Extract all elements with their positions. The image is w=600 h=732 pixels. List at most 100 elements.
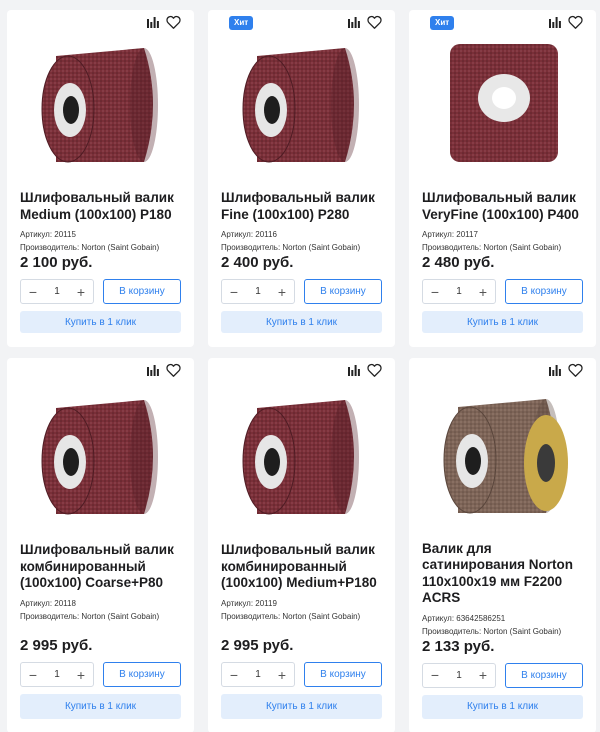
qty-value[interactable]: 1 [456, 286, 462, 297]
qty-minus-button[interactable]: − [429, 668, 441, 682]
quantity-stepper[interactable]: − 1 + [221, 662, 295, 687]
product-title[interactable]: Шлифовальный валик комбинированный (100x… [20, 542, 181, 592]
favorite-heart-icon[interactable] [568, 15, 583, 29]
card-icons [348, 15, 382, 29]
compare-icon[interactable] [147, 16, 159, 28]
qty-value[interactable]: 1 [255, 669, 261, 680]
qty-plus-button[interactable]: + [75, 668, 87, 682]
qty-plus-button[interactable]: + [477, 668, 489, 682]
product-image[interactable] [20, 386, 181, 526]
product-meta: Артикул: 20115 Производитель: Norton (Sa… [20, 228, 181, 254]
product-image[interactable] [221, 34, 382, 174]
product-price: 2 480 руб. [422, 254, 495, 272]
card-icons [147, 15, 181, 29]
product-meta: Артикул: 20116 Производитель: Norton (Sa… [221, 228, 382, 254]
qty-plus-button[interactable]: + [276, 668, 288, 682]
card-header [20, 358, 181, 386]
add-to-cart-button[interactable]: В корзину [103, 662, 181, 687]
product-card[interactable]: Валик для сатинирования Norton 110x100x1… [409, 358, 596, 732]
favorite-heart-icon[interactable] [367, 15, 382, 29]
quantity-stepper[interactable]: − 1 + [20, 662, 94, 687]
product-title[interactable]: Шлифовальный валик комбинированный (100x… [221, 542, 382, 592]
card-actions: − 1 + В корзину [20, 279, 181, 305]
product-image[interactable] [221, 386, 382, 526]
add-to-cart-button[interactable]: В корзину [304, 279, 382, 305]
buy-one-click-button[interactable]: Купить в 1 клик [221, 694, 382, 719]
product-meta: Артикул: 20118 Производитель: Norton (Sa… [20, 597, 181, 623]
add-to-cart-button[interactable]: В корзину [505, 279, 583, 305]
product-card[interactable]: Шлифовальный валик Medium (100x100) P180… [7, 10, 194, 347]
product-price: 2 995 руб. [221, 637, 294, 654]
qty-minus-button[interactable]: − [27, 668, 39, 682]
favorite-heart-icon[interactable] [166, 363, 181, 377]
qty-value[interactable]: 1 [54, 669, 60, 680]
product-grid: Шлифовальный валик Medium (100x100) P180… [7, 10, 596, 732]
card-actions: − 1 + В корзину [221, 279, 382, 305]
card-header: Хит [221, 10, 382, 34]
card-header: Хит [422, 10, 583, 34]
product-title[interactable]: Шлифовальный валик VeryFine (100x100) P4… [422, 190, 583, 223]
qty-minus-button[interactable]: − [228, 668, 240, 682]
compare-icon[interactable] [147, 364, 159, 376]
product-card[interactable]: Хит Шлифовальный валик Fine (100x100) P2… [208, 10, 395, 347]
product-price: 2 133 руб. [422, 637, 495, 655]
product-maker: Производитель: Norton (Saint Gobain) [422, 626, 562, 636]
add-to-cart-button[interactable]: В корзину [103, 279, 181, 305]
product-title[interactable]: Шлифовальный валик Fine (100x100) P280 [221, 190, 382, 223]
quantity-stepper[interactable]: − 1 + [422, 662, 496, 688]
card-actions: − 1 + В корзину [20, 662, 181, 687]
quantity-stepper[interactable]: − 1 + [221, 279, 295, 305]
favorite-heart-icon[interactable] [568, 363, 583, 377]
qty-value[interactable]: 1 [54, 286, 60, 297]
product-card[interactable]: Хит Шлифовальный валик VeryFine (100x100… [409, 10, 596, 347]
qty-value[interactable]: 1 [255, 286, 261, 297]
product-article: Артикул: 20117 [422, 230, 478, 240]
product-title[interactable]: Шлифовальный валик Medium (100x100) P180 [20, 190, 181, 223]
quantity-stepper[interactable]: − 1 + [422, 279, 496, 305]
product-price: 2 100 руб. [20, 254, 93, 272]
product-maker: Производитель: Norton (Saint Gobain) [20, 243, 160, 253]
qty-minus-button[interactable]: − [27, 285, 39, 299]
product-article: Артикул: 20116 [221, 230, 277, 240]
buy-one-click-button[interactable]: Купить в 1 клик [20, 311, 181, 333]
product-article: Артикул: 20115 [20, 230, 76, 240]
card-icons [549, 363, 583, 377]
favorite-heart-icon[interactable] [367, 363, 382, 377]
card-actions: − 1 + В корзину [221, 662, 382, 687]
qty-minus-button[interactable]: − [228, 285, 240, 299]
card-header [221, 358, 382, 386]
add-to-cart-button[interactable]: В корзину [505, 662, 583, 688]
product-meta: Артикул: 20119 Производитель: Norton (Sa… [221, 597, 382, 623]
qty-plus-button[interactable]: + [75, 285, 87, 299]
product-article: Артикул: 63642586251 [422, 613, 506, 623]
favorite-heart-icon[interactable] [166, 15, 181, 29]
product-image[interactable] [422, 34, 583, 174]
buy-one-click-button[interactable]: Купить в 1 клик [422, 694, 583, 719]
qty-plus-button[interactable]: + [276, 285, 288, 299]
buy-one-click-button[interactable]: Купить в 1 клик [20, 694, 181, 719]
product-card[interactable]: Шлифовальный валик комбинированный (100x… [7, 358, 194, 732]
product-card[interactable]: Шлифовальный валик комбинированный (100x… [208, 358, 395, 732]
product-maker: Производитель: Norton (Saint Gobain) [422, 243, 562, 253]
product-image[interactable] [422, 385, 583, 525]
qty-minus-button[interactable]: − [429, 285, 441, 299]
card-header [422, 358, 583, 385]
card-header [20, 10, 181, 34]
compare-icon[interactable] [549, 364, 561, 376]
qty-plus-button[interactable]: + [477, 285, 489, 299]
product-maker: Производитель: Norton (Saint Gobain) [20, 611, 160, 621]
compare-icon[interactable] [348, 364, 360, 376]
card-icons [348, 363, 382, 377]
buy-one-click-button[interactable]: Купить в 1 клик [221, 311, 382, 333]
product-image[interactable] [20, 34, 181, 174]
quantity-stepper[interactable]: − 1 + [20, 279, 94, 305]
compare-icon[interactable] [549, 16, 561, 28]
buy-one-click-button[interactable]: Купить в 1 клик [422, 311, 583, 333]
qty-value[interactable]: 1 [456, 670, 462, 681]
product-meta: Артикул: 20117 Производитель: Norton (Sa… [422, 228, 583, 254]
compare-icon[interactable] [348, 16, 360, 28]
card-icons [549, 15, 583, 29]
product-price: 2 995 руб. [20, 637, 93, 654]
add-to-cart-button[interactable]: В корзину [304, 662, 382, 687]
product-title[interactable]: Валик для сатинирования Norton 110x100x1… [422, 541, 583, 607]
